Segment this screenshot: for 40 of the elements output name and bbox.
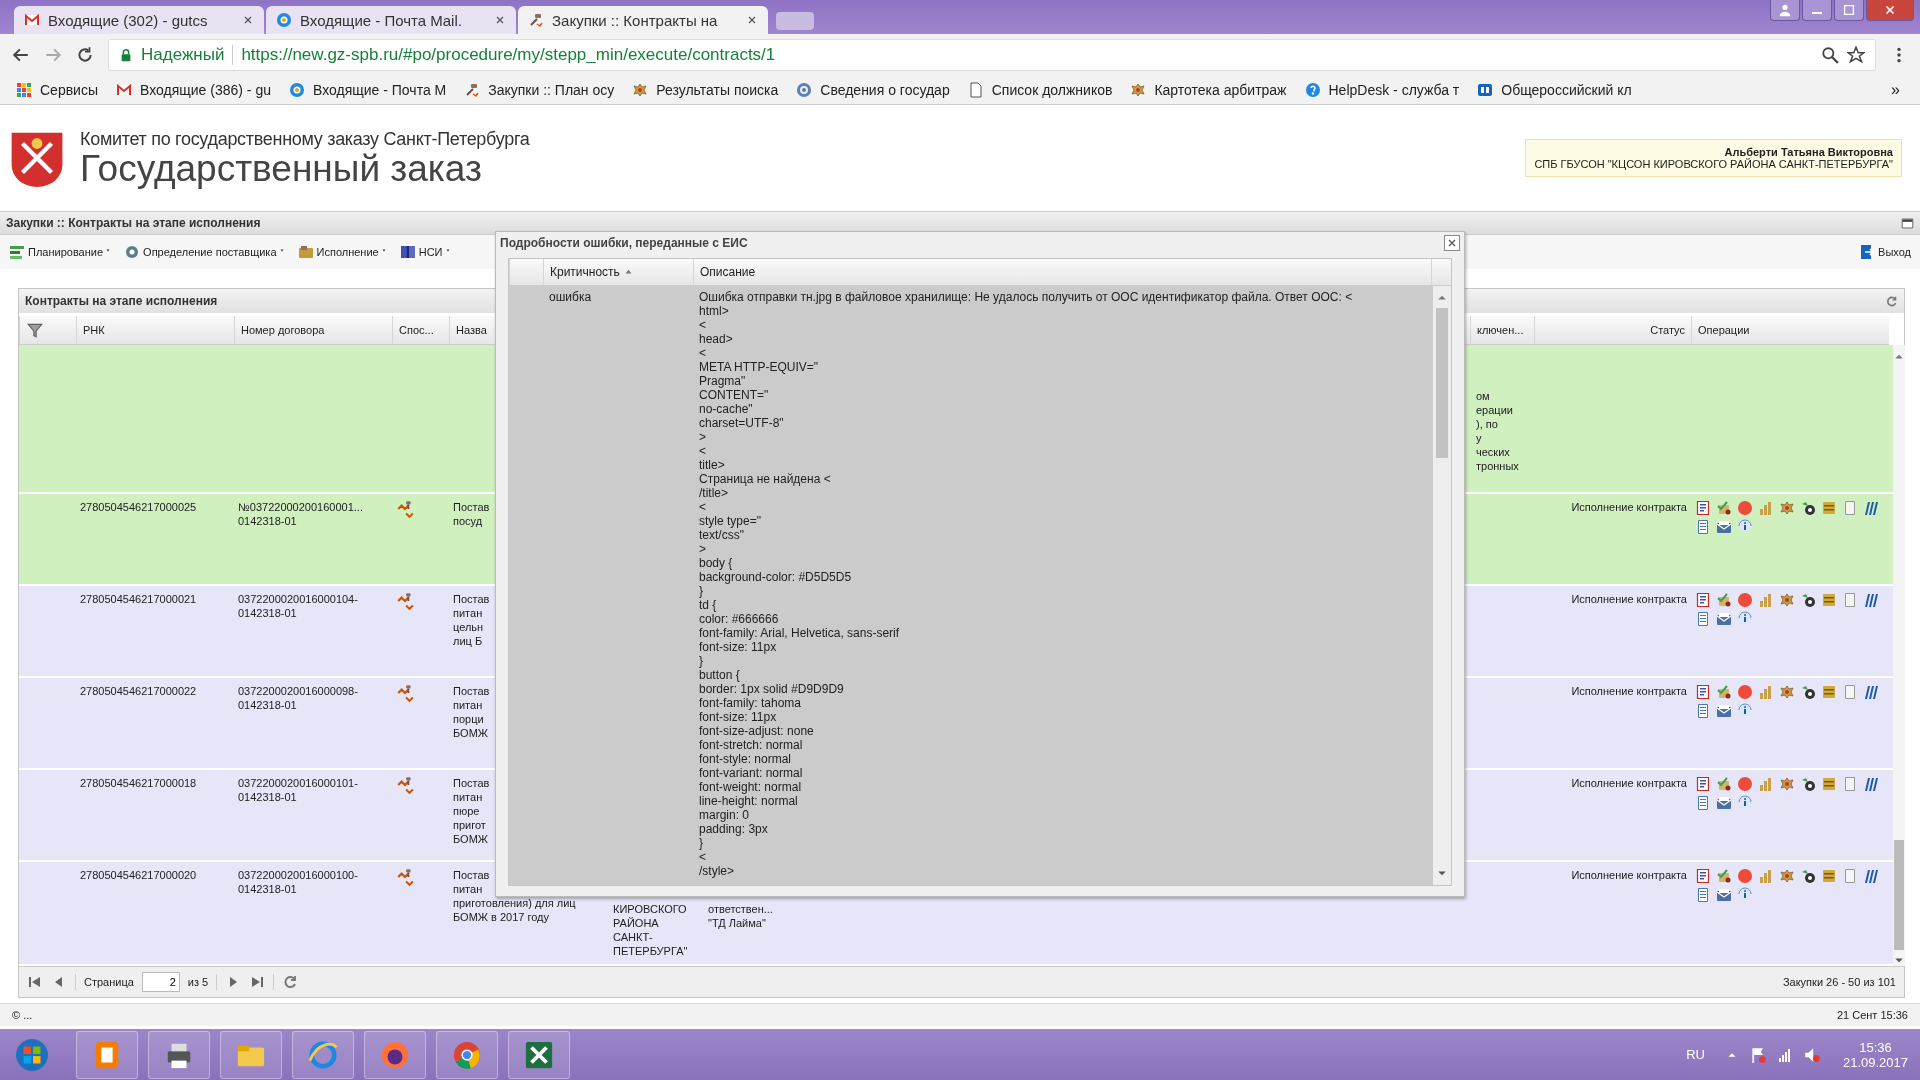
table-cell: Исполнение контракта (1571, 500, 1687, 514)
table-cell: ответствен... "ТД Лайма" (708, 902, 773, 930)
url-text: https://new.gz-spb.ru/#po/procedure/my/stepp_min/execute/contracts/1 (241, 45, 776, 65)
records-summary: Закупки 26 - 50 из 101 (1782, 976, 1896, 988)
clock-date: 21.09.2017 (1842, 1054, 1908, 1070)
table-cell: Постав питан пюре пригот БОМЖ (453, 776, 490, 846)
clock-time: 15:36 (1859, 1039, 1892, 1055)
table-cell: Постав посуд (453, 500, 490, 528)
table-cell: 0372200020016000098- 0142318-01 (238, 684, 358, 712)
table-cell: КИРОВСКОГО РАЙОНА САНКТ- ПЕТЕРБУРГА" (613, 902, 688, 958)
page-title: Закупки :: Контракты на этапе исполнения (6, 216, 261, 230)
copyright-text: © ... (12, 1009, 33, 1021)
table-cell: ом ерации ), по у ческих тронных (1476, 389, 1519, 473)
table-cell: 0372200020016000100- 0142318-01 (238, 868, 358, 896)
severity-cell-text: ошибка (548, 290, 593, 306)
table-cell: 2780504546217000020 (80, 868, 197, 882)
user-organization: СПБ ГБУСОН "КЦСОН КИРОВСКОГО РАЙОНА САНКТ-ПЕТЕРБУРГА" (1534, 158, 1893, 170)
table-cell: Постав питан цельн лиц Б (453, 592, 490, 648)
table-cell: №03722000200160001... 0142318-01 (238, 500, 363, 528)
status-datetime: 21 Сент 15:36 (1836, 1009, 1908, 1021)
user-name: Альберти Татьяна Викторовна (1723, 146, 1893, 158)
table-cell: Исполнение контракта (1571, 868, 1687, 882)
table-cell: 0372200020016000101- 0142318-01 (238, 776, 358, 804)
table-cell: Исполнение контракта (1571, 592, 1687, 606)
table-cell: 2780504546217000021 (80, 592, 197, 606)
table-cell: 2780504546217000022 (80, 684, 197, 698)
org-name: Комитет по государственному заказу Санкт-Петербурга (80, 129, 530, 150)
table-cell: Исполнение контракта (1571, 776, 1687, 790)
page-count: из 5 (187, 976, 209, 988)
table-cell: Постав питан приготовления) для лиц БОМЖ в 2017 году (453, 868, 576, 924)
table-cell: Постав питан порци БОМЖ (453, 684, 490, 740)
table-cell: 2780504546217000025 (80, 500, 197, 514)
table-cell: Исполнение контракта (1571, 684, 1687, 698)
table-cell: 0372200020016000104- 0142318-01 (238, 592, 358, 620)
page-label: Страница (84, 976, 134, 988)
table-cell: 2780504546217000018 (80, 776, 197, 790)
panel-title: Контракты на этапе исполнения (25, 294, 218, 308)
site-title: Государственный заказ (80, 150, 482, 187)
security-label: Надежный (141, 45, 225, 65)
dialog-title: Подробности ошибки, переданные с ЕИС (500, 236, 748, 250)
